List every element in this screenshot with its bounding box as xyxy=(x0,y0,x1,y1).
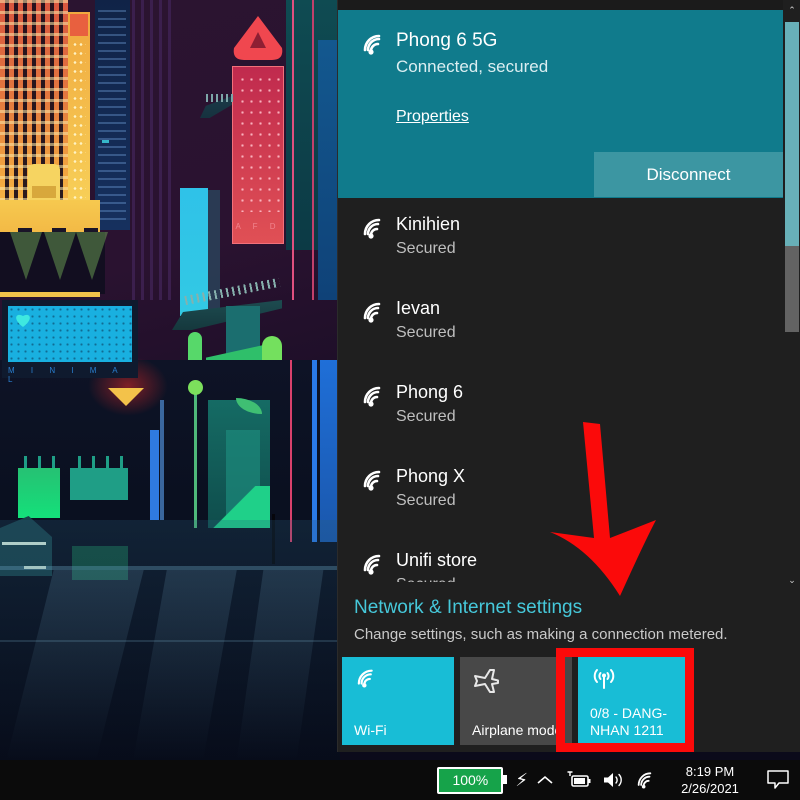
scroll-down-arrow[interactable]: ⌄ xyxy=(783,570,800,590)
screen: A F D M I N I M A L Phong 6 5G Connected… xyxy=(0,0,800,800)
tile-label: Airplane mode xyxy=(472,722,563,738)
taskbar-clock[interactable]: 8:19 PM 2/26/2021 xyxy=(664,760,756,800)
disconnect-button[interactable]: Disconnect xyxy=(594,152,783,197)
scrollbar-thumb-lower[interactable] xyxy=(785,246,799,332)
hotspot-icon xyxy=(590,667,618,696)
available-networks-list: Kinihien Secured Ievan Secured Phong 6 S… xyxy=(338,198,783,582)
list-item[interactable]: Phong 6 Secured xyxy=(354,380,764,429)
wifi-icon xyxy=(354,28,396,56)
quick-action-tiles: Wi-Fi Airplane mode 0/8 - DANG- NHAN 121… xyxy=(338,650,783,750)
network-ssid: Ievan xyxy=(396,298,441,318)
wallpaper-minimal-text: M I N I M A L xyxy=(8,366,125,384)
properties-link[interactable]: Properties xyxy=(396,108,469,126)
system-tray: 100% ⚡ 8:19 PM 2/26/2021 xyxy=(431,760,800,800)
tile-airplane-mode[interactable]: Airplane mode xyxy=(460,657,572,745)
tile-label: 0/8 - DANG- NHAN 1211 xyxy=(590,705,668,738)
wifi-icon xyxy=(354,212,396,240)
scroll-up-arrow[interactable]: ⌃ xyxy=(783,0,800,20)
wallpaper-triangle-sign xyxy=(232,14,284,62)
panel-top-edge xyxy=(338,0,800,10)
network-settings-zone: Network & Internet settings Change setti… xyxy=(338,582,783,648)
wifi-icon xyxy=(354,667,382,694)
network-security: Secured xyxy=(396,408,456,425)
network-security: Secured xyxy=(396,324,456,341)
network-security: Secured xyxy=(396,492,456,509)
tile-label: Wi-Fi xyxy=(354,722,387,738)
network-ssid: Kinihien xyxy=(396,214,461,234)
network-security: Secured xyxy=(396,240,456,257)
wallpaper-sign-text: A F D xyxy=(235,222,281,231)
settings-description: Change settings, such as making a connec… xyxy=(354,626,728,643)
battery-percent-label: 100% xyxy=(452,772,489,788)
network-ssid: Phong 6 xyxy=(396,382,464,402)
network-ssid: Phong X xyxy=(396,466,466,486)
wifi-icon xyxy=(354,296,396,324)
scrollbar-thumb[interactable] xyxy=(785,22,799,246)
tile-mobile-hotspot[interactable]: 0/8 - DANG- NHAN 1211 xyxy=(578,657,690,745)
connected-network-block[interactable]: Phong 6 5G Connected, secured Properties… xyxy=(338,10,783,198)
battery-percent-widget[interactable]: 100% xyxy=(437,766,508,794)
list-item[interactable]: Kinihien Secured xyxy=(354,212,764,261)
battery-charging-icon[interactable] xyxy=(562,760,596,800)
list-item[interactable]: Ievan Secured xyxy=(354,296,764,345)
airplane-icon xyxy=(472,667,500,698)
action-center-icon[interactable] xyxy=(756,760,800,800)
connected-ssid: Phong 6 5G xyxy=(396,30,498,51)
wifi-icon[interactable] xyxy=(630,760,664,800)
network-ssid: Unifi store xyxy=(396,550,478,570)
taskbar: 100% ⚡ 8:19 PM 2/26/2021 xyxy=(0,760,800,800)
wifi-flyout-panel: Phong 6 5G Connected, secured Properties… xyxy=(337,0,800,752)
list-item[interactable]: Unifi store Secured xyxy=(354,548,764,582)
network-security: Secured xyxy=(396,573,477,582)
speaker-icon[interactable] xyxy=(596,760,630,800)
tile-wifi[interactable]: Wi-Fi xyxy=(342,657,454,745)
list-item[interactable]: Phong X Secured xyxy=(354,464,764,513)
wifi-icon xyxy=(354,464,396,492)
connected-status: Connected, secured xyxy=(396,57,549,76)
clock-time: 8:19 PM xyxy=(685,764,735,779)
network-internet-settings-link[interactable]: Network & Internet settings xyxy=(354,597,582,619)
panel-scrollbar[interactable]: ⌃ ⌄ xyxy=(783,0,800,752)
wifi-icon xyxy=(354,548,396,576)
charging-bolt-icon: ⚡ xyxy=(515,769,528,790)
wifi-icon xyxy=(354,380,396,408)
wallpaper-heart-icon xyxy=(14,312,32,328)
clock-date: 2/26/2021 xyxy=(681,781,739,796)
chevron-up-icon[interactable] xyxy=(528,760,562,800)
